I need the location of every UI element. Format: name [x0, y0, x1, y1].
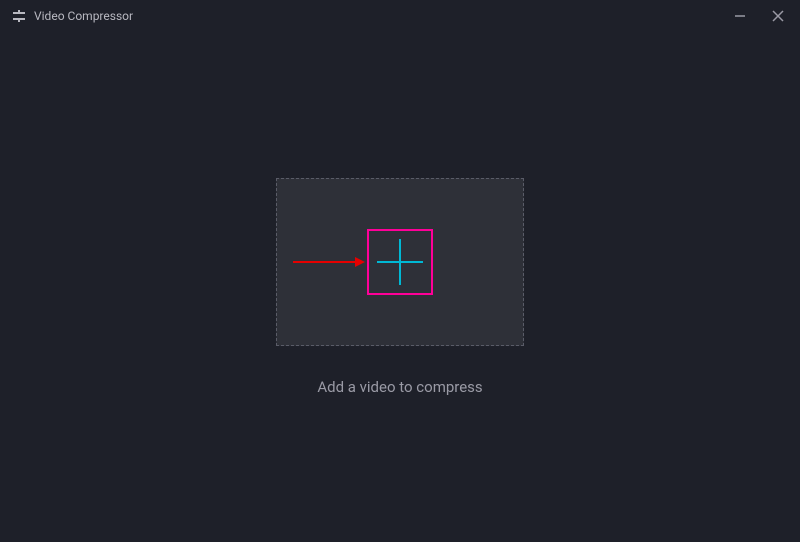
- titlebar-left: Video Compressor: [12, 9, 133, 23]
- window-controls: [730, 6, 788, 26]
- app-icon: [12, 9, 26, 23]
- main-content: Add a video to compress: [0, 32, 800, 542]
- add-video-dropzone[interactable]: [276, 178, 524, 346]
- minimize-icon: [733, 9, 747, 23]
- annotation-arrow: [293, 257, 365, 267]
- plus-icon: [399, 239, 401, 285]
- window-title: Video Compressor: [34, 9, 133, 23]
- close-button[interactable]: [768, 6, 788, 26]
- titlebar: Video Compressor: [0, 0, 800, 32]
- close-icon: [771, 9, 785, 23]
- arrow-head-icon: [355, 257, 365, 267]
- instruction-text: Add a video to compress: [317, 378, 482, 396]
- minimize-button[interactable]: [730, 6, 750, 26]
- arrow-line: [293, 261, 355, 263]
- add-button-highlight[interactable]: [367, 229, 433, 295]
